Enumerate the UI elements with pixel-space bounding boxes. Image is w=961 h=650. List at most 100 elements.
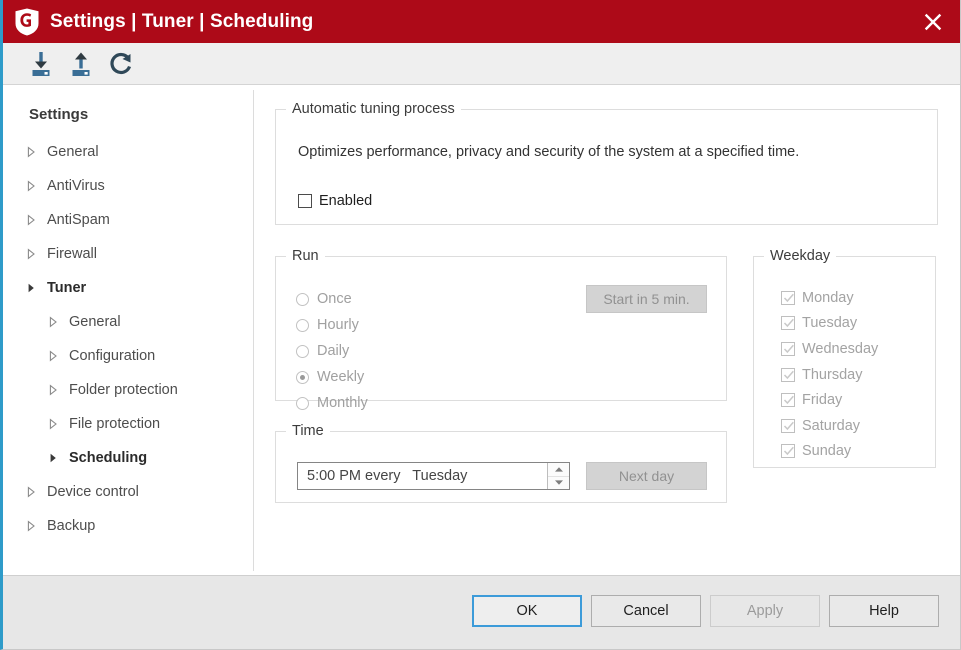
sidebar-item-configuration[interactable]: Configuration: [3, 339, 253, 373]
sidebar-item-label: Device control: [47, 484, 139, 500]
checkbox-indicator: [781, 393, 795, 407]
weekday-checkbox-monday[interactable]: Monday: [781, 285, 878, 311]
sidebar-item-general[interactable]: General: [3, 305, 253, 339]
checkbox-indicator: [781, 368, 795, 382]
sidebar-title: Settings: [3, 85, 253, 123]
title-bar: Settings | Tuner | Scheduling: [3, 0, 960, 43]
sidebar-item-label: Folder protection: [69, 382, 178, 398]
settings-window: Settings | Tuner | Scheduling: [0, 0, 961, 650]
weekday-checkbox-label: Monday: [802, 290, 854, 306]
run-radio-weekly[interactable]: Weekly: [296, 364, 368, 390]
chevron-right-icon[interactable]: [48, 384, 62, 396]
chevron-right-icon[interactable]: [26, 520, 40, 532]
sidebar-item-device-control[interactable]: Device control: [3, 475, 253, 509]
cancel-button[interactable]: Cancel: [591, 595, 701, 627]
run-legend: Run: [286, 248, 325, 264]
sidebar-item-label: Firewall: [47, 246, 97, 262]
automatic-tuning-description: Optimizes performance, privacy and secur…: [298, 144, 799, 160]
sidebar-item-label: General: [69, 314, 121, 330]
weekday-checkbox-saturday[interactable]: Saturday: [781, 413, 878, 439]
spinner-up-icon[interactable]: [548, 463, 569, 477]
weekday-checkbox-wednesday[interactable]: Wednesday: [781, 336, 878, 362]
sidebar-item-label: Configuration: [69, 348, 155, 364]
time-group: Time 5:00 PM every Tuesday Next day: [275, 423, 727, 503]
sidebar-item-label: Backup: [47, 518, 95, 534]
checkbox-indicator: [781, 291, 795, 305]
apply-button: Apply: [710, 595, 820, 627]
chevron-right-icon[interactable]: [48, 350, 62, 362]
chevron-right-filled-icon[interactable]: [26, 282, 40, 294]
radio-button-indicator: [296, 293, 309, 306]
chevron-right-icon[interactable]: [48, 316, 62, 328]
footer-button-group: OK Cancel Apply Help: [472, 595, 939, 627]
sidebar-item-tuner[interactable]: Tuner: [3, 271, 253, 305]
gdata-shield-logo-icon: [14, 8, 40, 36]
weekday-checkbox-label: Sunday: [802, 443, 851, 459]
time-spinner: [547, 463, 569, 489]
weekday-checkbox-list: Monday Tuesday WednesdayThursday Friday Satu…: [781, 285, 878, 464]
checkbox-indicator: [781, 316, 795, 330]
radio-button-indicator: [296, 345, 309, 358]
weekday-legend: Weekday: [764, 248, 836, 264]
time-value[interactable]: 5:00 PM every Tuesday: [298, 463, 547, 489]
run-radio-once[interactable]: Once: [296, 286, 368, 312]
ok-button[interactable]: OK: [472, 595, 582, 627]
reset-arrow-icon[interactable]: [101, 46, 141, 82]
weekday-checkbox-label: Saturday: [802, 418, 860, 434]
spinner-down-icon[interactable]: [548, 477, 569, 490]
weekday-checkbox-label: Tuesday: [802, 315, 857, 331]
enabled-checkbox-label: Enabled: [319, 193, 372, 209]
chevron-right-icon[interactable]: [26, 146, 40, 158]
close-icon[interactable]: [906, 0, 960, 43]
sidebar-item-file-protection[interactable]: File protection: [3, 407, 253, 441]
sidebar-item-folder-protection[interactable]: Folder protection: [3, 373, 253, 407]
time-spinner-field[interactable]: 5:00 PM every Tuesday: [297, 462, 570, 490]
run-radio-daily[interactable]: Daily: [296, 338, 368, 364]
sidebar: Settings General AntiVirus AntiSpam Firewal…: [3, 85, 253, 576]
sidebar-item-label: File protection: [69, 416, 160, 432]
body-area: Settings General AntiVirus AntiSpam Firewal…: [3, 85, 960, 576]
chevron-right-icon[interactable]: [26, 180, 40, 192]
sidebar-item-label: AntiSpam: [47, 212, 110, 228]
chevron-right-icon[interactable]: [26, 214, 40, 226]
sidebar-item-scheduling[interactable]: Scheduling: [3, 441, 253, 475]
sidebar-item-label: Scheduling: [69, 450, 147, 466]
run-group: Run OnceHourlyDailyWeeklyMonthly Start i…: [275, 248, 727, 401]
weekday-group: Weekday Monday Tuesday WednesdayThursday Fr…: [753, 248, 936, 468]
sidebar-item-label: AntiVirus: [47, 178, 105, 194]
chevron-right-icon[interactable]: [26, 248, 40, 260]
content-panel: Automatic tuning process Optimizes perfo…: [254, 85, 960, 576]
sidebar-item-antivirus[interactable]: AntiVirus: [3, 169, 253, 203]
weekday-checkbox-sunday[interactable]: Sunday: [781, 439, 878, 465]
weekday-checkbox-tuesday[interactable]: Tuesday: [781, 311, 878, 337]
sidebar-item-general[interactable]: General: [3, 135, 253, 169]
radio-button-indicator: [296, 319, 309, 332]
run-radio-monthly[interactable]: Monthly: [296, 390, 368, 416]
radio-button-indicator: [296, 397, 309, 410]
sidebar-item-backup[interactable]: Backup: [3, 509, 253, 543]
import-disk-icon[interactable]: [21, 46, 61, 82]
sidebar-item-antispam[interactable]: AntiSpam: [3, 203, 253, 237]
run-radio-label: Once: [317, 291, 352, 307]
run-radio-hourly[interactable]: Hourly: [296, 312, 368, 338]
start-in-5-min-button[interactable]: Start in 5 min.: [586, 285, 707, 313]
help-button[interactable]: Help: [829, 595, 939, 627]
weekday-checkbox-label: Friday: [802, 392, 842, 408]
checkbox-indicator: [781, 342, 795, 356]
chevron-right-icon[interactable]: [26, 486, 40, 498]
run-radio-list: Once HourlyDaily Weekly Monthly: [296, 286, 368, 416]
enabled-checkbox[interactable]: Enabled: [298, 193, 372, 209]
chevron-right-filled-icon[interactable]: [48, 452, 62, 464]
export-disk-icon[interactable]: [61, 46, 101, 82]
run-radio-label: Monthly: [317, 395, 368, 411]
enabled-checkbox-box: [298, 194, 312, 208]
weekday-checkbox-thursday[interactable]: Thursday: [781, 362, 878, 388]
run-radio-label: Weekly: [317, 369, 364, 385]
toolbar: [3, 43, 960, 85]
next-day-button[interactable]: Next day: [586, 462, 707, 490]
sidebar-item-label: General: [47, 144, 99, 160]
checkbox-indicator: [781, 419, 795, 433]
sidebar-item-firewall[interactable]: Firewall: [3, 237, 253, 271]
weekday-checkbox-friday[interactable]: Friday: [781, 387, 878, 413]
chevron-right-icon[interactable]: [48, 418, 62, 430]
